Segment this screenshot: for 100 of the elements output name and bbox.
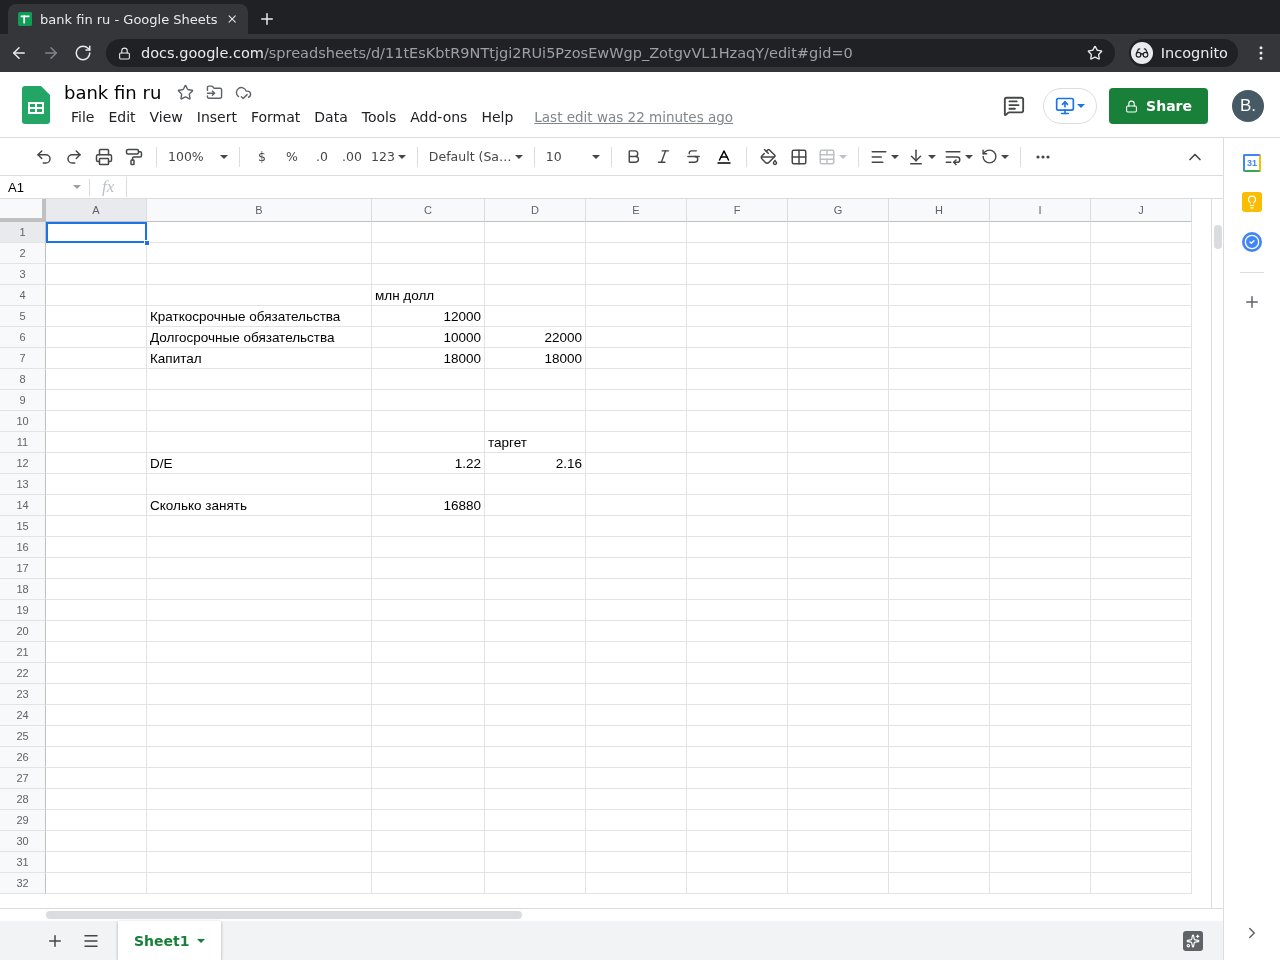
table-cell[interactable] — [147, 705, 372, 726]
table-cell[interactable] — [687, 348, 788, 369]
table-cell[interactable] — [1091, 264, 1192, 285]
table-cell[interactable] — [372, 831, 485, 852]
table-cell[interactable] — [46, 579, 147, 600]
table-cell[interactable] — [147, 663, 372, 684]
selected-cell[interactable] — [46, 222, 147, 243]
table-cell[interactable] — [1091, 663, 1192, 684]
table-cell[interactable] — [788, 831, 889, 852]
table-cell[interactable] — [990, 516, 1091, 537]
table-cell[interactable] — [788, 306, 889, 327]
table-cell[interactable] — [485, 642, 586, 663]
table-cell[interactable]: 2.16 — [485, 453, 586, 474]
table-cell[interactable] — [687, 306, 788, 327]
table-cell[interactable] — [1091, 432, 1192, 453]
table-cell[interactable] — [788, 579, 889, 600]
browser-tab[interactable]: bank fin ru - Google Sheets — [8, 4, 248, 34]
reload-icon[interactable] — [74, 44, 92, 62]
table-cell[interactable] — [46, 558, 147, 579]
table-cell[interactable] — [889, 726, 990, 747]
table-cell[interactable] — [586, 600, 687, 621]
table-cell[interactable] — [372, 768, 485, 789]
table-cell[interactable] — [889, 747, 990, 768]
table-cell[interactable] — [586, 789, 687, 810]
table-cell[interactable] — [586, 369, 687, 390]
table-cell[interactable] — [889, 621, 990, 642]
table-cell[interactable] — [788, 768, 889, 789]
table-cell[interactable] — [889, 558, 990, 579]
table-cell[interactable] — [788, 411, 889, 432]
table-cell[interactable] — [485, 390, 586, 411]
table-cell[interactable] — [788, 495, 889, 516]
table-cell[interactable] — [990, 327, 1091, 348]
table-cell[interactable] — [788, 684, 889, 705]
table-cell[interactable]: 18000 — [372, 348, 485, 369]
table-cell[interactable] — [147, 747, 372, 768]
row-header[interactable]: 25 — [0, 726, 46, 747]
currency-button[interactable]: $ — [248, 142, 276, 171]
table-cell[interactable] — [46, 642, 147, 663]
table-cell[interactable] — [687, 222, 788, 243]
row-header[interactable]: 4 — [0, 285, 46, 306]
column-header[interactable]: C — [372, 199, 485, 222]
table-cell[interactable] — [46, 810, 147, 831]
table-cell[interactable] — [990, 222, 1091, 243]
table-cell[interactable] — [485, 726, 586, 747]
table-cell[interactable] — [889, 222, 990, 243]
table-cell[interactable] — [586, 306, 687, 327]
table-cell[interactable] — [687, 243, 788, 264]
table-cell[interactable] — [586, 642, 687, 663]
table-cell[interactable] — [788, 537, 889, 558]
table-cell[interactable] — [46, 432, 147, 453]
table-cell[interactable] — [485, 285, 586, 306]
table-cell[interactable] — [1091, 453, 1192, 474]
table-cell[interactable] — [1091, 222, 1192, 243]
table-cell[interactable] — [788, 789, 889, 810]
table-cell[interactable] — [1091, 831, 1192, 852]
table-cell[interactable] — [788, 873, 889, 894]
table-cell[interactable] — [990, 831, 1091, 852]
table-cell[interactable] — [586, 684, 687, 705]
font-size-select[interactable]: 10 — [542, 142, 603, 171]
table-cell[interactable] — [586, 831, 687, 852]
table-cell[interactable] — [1091, 369, 1192, 390]
table-cell[interactable]: 22000 — [485, 327, 586, 348]
table-cell[interactable] — [372, 789, 485, 810]
table-cell[interactable] — [990, 726, 1091, 747]
new-tab-icon[interactable] — [258, 10, 276, 28]
table-cell[interactable] — [990, 285, 1091, 306]
table-cell[interactable] — [788, 810, 889, 831]
menu-item[interactable]: File — [64, 107, 102, 127]
table-cell[interactable] — [990, 642, 1091, 663]
table-cell[interactable] — [889, 264, 990, 285]
row-header[interactable]: 26 — [0, 747, 46, 768]
table-cell[interactable] — [687, 264, 788, 285]
table-cell[interactable] — [46, 411, 147, 432]
table-cell[interactable] — [372, 747, 485, 768]
table-cell[interactable] — [485, 264, 586, 285]
vertical-scrollbar[interactable] — [1211, 199, 1223, 908]
table-cell[interactable] — [687, 453, 788, 474]
table-cell[interactable] — [485, 411, 586, 432]
table-cell[interactable] — [889, 873, 990, 894]
table-cell[interactable] — [788, 747, 889, 768]
menu-item[interactable]: Edit — [101, 107, 143, 127]
table-cell[interactable] — [46, 327, 147, 348]
table-cell[interactable] — [586, 264, 687, 285]
table-cell[interactable]: Сколько занять — [147, 495, 372, 516]
table-cell[interactable]: 16880 — [372, 495, 485, 516]
table-cell[interactable] — [788, 348, 889, 369]
table-cell[interactable] — [889, 516, 990, 537]
lightbulb-icon[interactable] — [1242, 192, 1262, 212]
table-cell[interactable] — [147, 852, 372, 873]
table-cell[interactable] — [1091, 390, 1192, 411]
column-header[interactable]: B — [147, 199, 372, 222]
table-cell[interactable]: 12000 — [372, 306, 485, 327]
table-cell[interactable] — [147, 621, 372, 642]
row-header[interactable]: 21 — [0, 642, 46, 663]
table-cell[interactable] — [788, 663, 889, 684]
table-cell[interactable] — [147, 432, 372, 453]
row-header[interactable]: 28 — [0, 789, 46, 810]
table-cell[interactable] — [46, 474, 147, 495]
table-cell[interactable] — [990, 432, 1091, 453]
table-cell[interactable] — [485, 222, 586, 243]
